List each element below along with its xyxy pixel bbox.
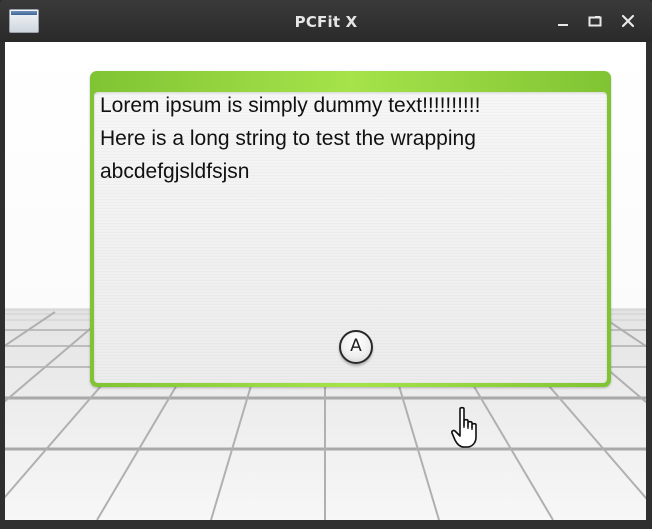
message-line-3: abcdefgjsldfsjsn: [100, 160, 250, 183]
message-box: Lorem ipsum is simply dummy text!!!!!!!!…: [94, 92, 607, 383]
close-icon: [621, 14, 635, 28]
message-panel: Lorem ipsum is simply dummy text!!!!!!!!…: [90, 71, 611, 387]
minimize-button[interactable]: [554, 12, 572, 30]
a-confirm-button[interactable]: A: [339, 330, 373, 364]
message-line-2: Here is a long string to test the wrappi…: [100, 127, 476, 150]
hand-pointer-icon: [451, 406, 477, 448]
maximize-icon: [588, 16, 602, 27]
close-button[interactable]: [619, 12, 637, 30]
scene-viewport: Lorem ipsum is simply dummy text!!!!!!!!…: [5, 42, 646, 520]
maximize-button[interactable]: [586, 12, 604, 30]
app-window: PCFit X Lorem ipsum is simply dummy text…: [0, 0, 652, 529]
minimize-icon: [558, 24, 568, 26]
title-bar[interactable]: PCFit X: [0, 0, 652, 42]
message-line-1: Lorem ipsum is simply dummy text!!!!!!!!…: [100, 94, 481, 117]
